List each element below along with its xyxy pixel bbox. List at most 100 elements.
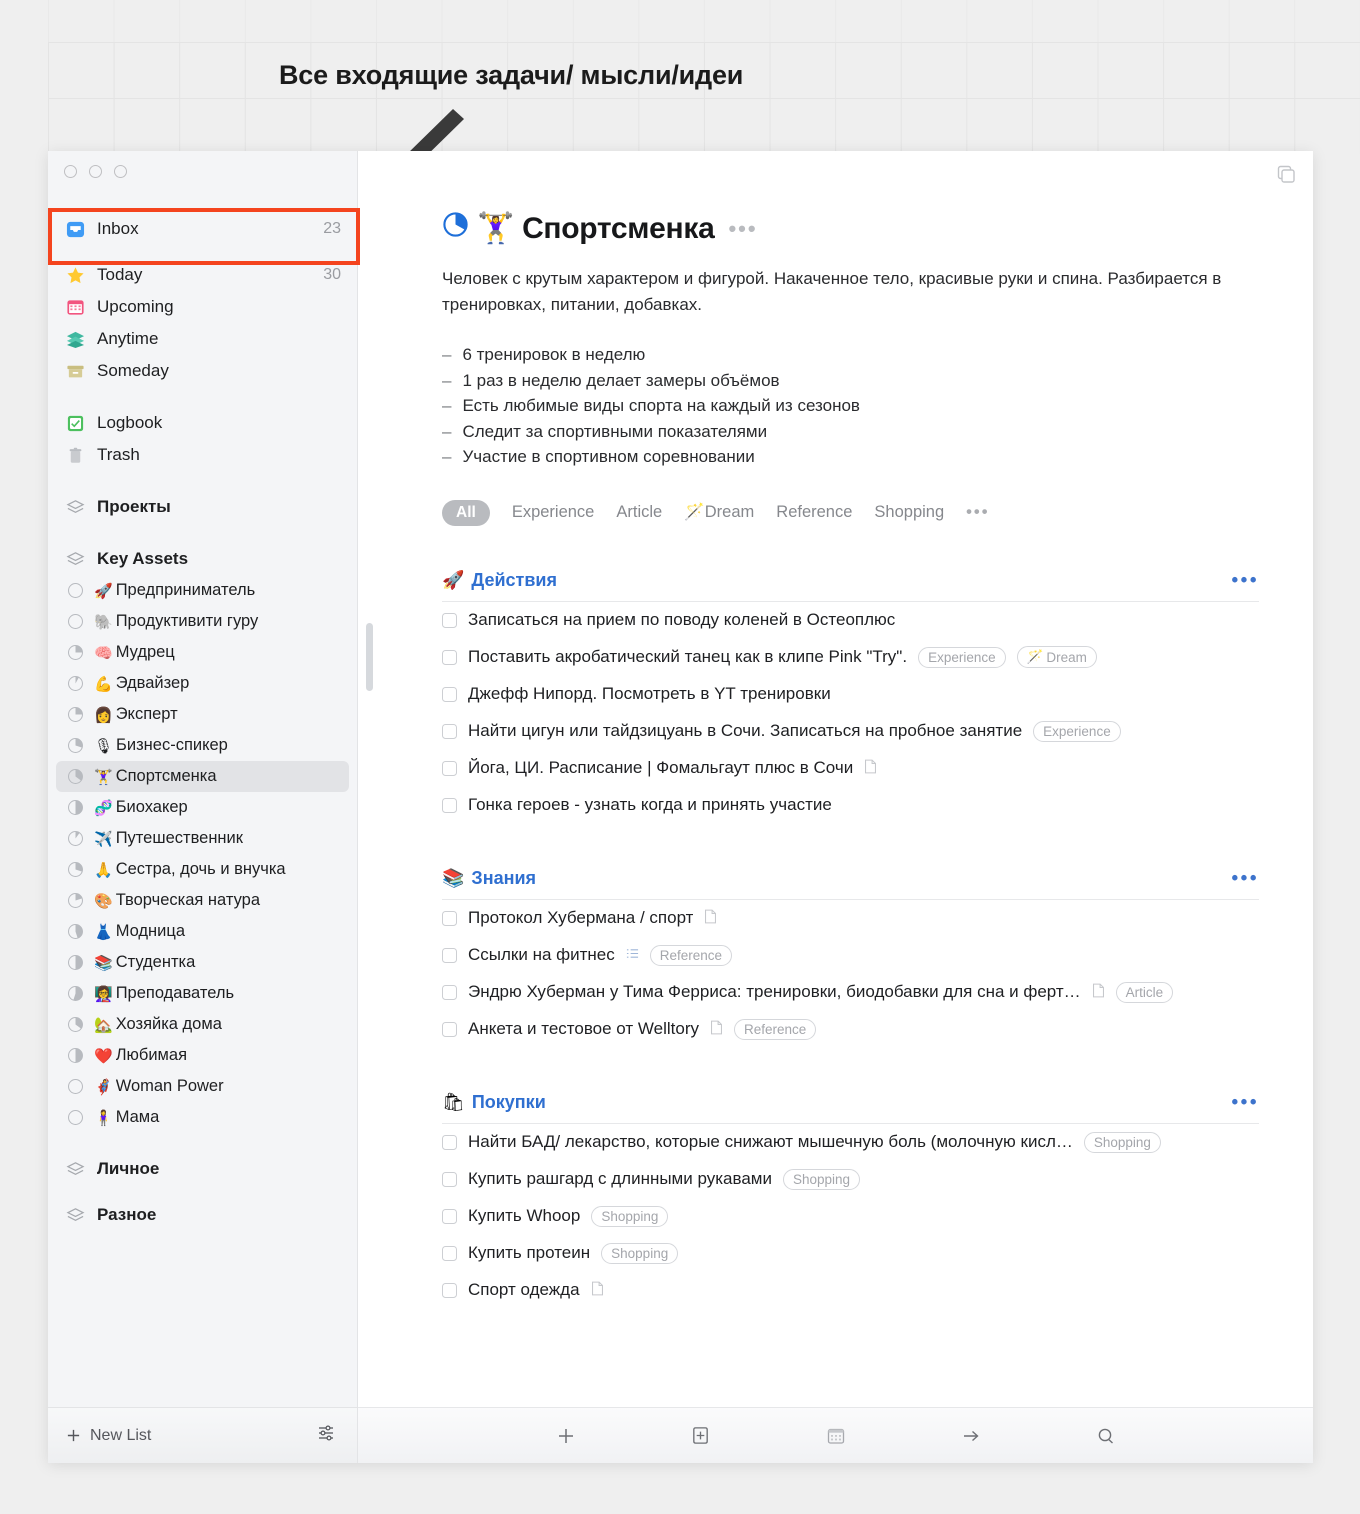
box-icon — [64, 360, 86, 382]
task-row[interactable]: Купить протеин Shopping — [442, 1235, 1259, 1272]
sidebar-project-item[interactable]: 🙏 Сестра, дочь и внучка — [48, 854, 357, 885]
slide-grid — [48, 42, 1360, 154]
schedule-button[interactable] — [821, 1421, 851, 1451]
task-tag[interactable]: Reference — [649, 944, 733, 966]
task-row[interactable]: Найти цигун или тайдзицуань в Сочи. Запи… — [442, 713, 1259, 750]
sidebar-project-item[interactable]: 🏡 Хозяйка дома — [48, 1009, 357, 1040]
sidebar-project-item[interactable]: 🦸‍♀️ Woman Power — [48, 1071, 357, 1102]
filter-reference[interactable]: Reference — [776, 503, 852, 522]
filter-more-icon[interactable]: ••• — [966, 503, 989, 522]
sidebar-project-item[interactable]: 🏋️‍♀️ Спортсменка — [56, 761, 349, 792]
task-checkbox[interactable] — [442, 612, 457, 628]
task-checkbox[interactable] — [442, 1134, 457, 1150]
task-row[interactable]: Купить рашгард с длинными рукавами Shoppi… — [442, 1161, 1259, 1198]
task-row[interactable]: Анкета и тестовое от Welltory Reference — [442, 1011, 1259, 1048]
task-checkbox[interactable] — [442, 1282, 457, 1298]
sidebar-area-proekty[interactable]: Проекты — [48, 491, 357, 523]
task-checkbox[interactable] — [442, 797, 457, 813]
task-checkbox[interactable] — [442, 1021, 457, 1037]
task-row[interactable]: Эндрю Хуберман у Тима Ферриса: тренировк… — [442, 974, 1259, 1011]
sidebar-item-trash[interactable]: Trash — [48, 439, 357, 471]
sidebar-project-item[interactable]: 💪 Эдвайзер — [48, 668, 357, 699]
sidebar-item-logbook[interactable]: Logbook — [48, 407, 357, 439]
sidebar-project-item[interactable]: 🧍‍♀️ Мама — [48, 1102, 357, 1133]
task-row[interactable]: Йога, ЦИ. Расписание | Фомальгаут плюс в… — [442, 750, 1259, 787]
sidebar-project-label: Творческая натура — [115, 891, 260, 909]
sidebar-project-item[interactable]: 🚀 Предприниматель — [48, 575, 357, 606]
search-button[interactable] — [1091, 1421, 1121, 1451]
sidebar-project-item[interactable]: 🎨 Творческая натура — [48, 885, 357, 916]
task-checkbox[interactable] — [442, 723, 457, 739]
task-checkbox[interactable] — [442, 686, 457, 702]
task-row[interactable]: Ссылки на фитнес Reference — [442, 937, 1259, 974]
task-tag[interactable]: 🪄 Dream — [1016, 646, 1097, 668]
task-row[interactable]: Записаться на прием по поводу коленей в … — [442, 602, 1259, 639]
note-icon — [704, 909, 717, 928]
sidebar-project-item[interactable]: 👩‍🏫 Преподаватель — [48, 978, 357, 1009]
close-button[interactable] — [64, 165, 77, 178]
sidebar-project-item[interactable]: 👩 Эксперт — [48, 699, 357, 730]
task-checkbox[interactable] — [442, 760, 457, 776]
ellipsis-icon[interactable]: ••• — [728, 216, 757, 242]
sidebar-item-anytime[interactable]: Anytime — [48, 323, 357, 355]
task-checkbox[interactable] — [442, 910, 457, 926]
filter-article[interactable]: Article — [616, 503, 662, 522]
sidebar-item-today[interactable]: Today 30 — [48, 259, 357, 291]
sidebar-project-item[interactable]: 🧠 Мудрец — [48, 637, 357, 668]
task-tag[interactable]: Shopping — [591, 1205, 669, 1227]
new-list-button[interactable]: New List — [66, 1427, 151, 1445]
sidebar-area-lichnoe[interactable]: Личное — [48, 1153, 357, 1185]
sidebar-scrollbar[interactable] — [366, 623, 373, 691]
task-tag[interactable]: Experience — [918, 646, 1006, 668]
section-menu-icon[interactable]: ••• — [1232, 868, 1259, 890]
sidebar-toggle-icon[interactable] — [1273, 161, 1299, 187]
task-tag[interactable]: Shopping — [1083, 1131, 1161, 1153]
sidebar-project-item[interactable]: ❤️ Любимая — [48, 1040, 357, 1071]
sidebar-project-label: Бизнес-спикер — [116, 736, 228, 754]
task-checkbox[interactable] — [442, 947, 457, 963]
filter-dream[interactable]: 🪄Dream — [684, 503, 754, 522]
sidebar-area-key-assets[interactable]: Key Assets — [48, 543, 357, 575]
window-controls[interactable] — [48, 151, 357, 197]
task-tag[interactable]: Shopping — [782, 1168, 861, 1190]
sidebar-project-item[interactable]: ✈️ Путешественник — [48, 823, 357, 854]
new-project-button[interactable] — [686, 1421, 716, 1451]
task-tag[interactable]: Shopping — [601, 1242, 679, 1264]
task-checkbox[interactable] — [442, 984, 457, 1000]
task-tag[interactable]: Reference — [734, 1018, 817, 1040]
task-row[interactable]: Найти БАД/ лекарство, которые снижают мы… — [442, 1124, 1259, 1161]
zoom-button[interactable] — [114, 165, 127, 178]
sidebar-area-raznoe[interactable]: Разное — [48, 1199, 357, 1231]
sidebar-project-item[interactable]: 📚 Студентка — [48, 947, 357, 978]
filter-all[interactable]: All — [442, 499, 490, 526]
sidebar-project-item[interactable]: 🧬 Биохакер — [48, 792, 357, 823]
sidebar-item-inbox[interactable]: Inbox 23 — [48, 213, 357, 245]
task-checkbox[interactable] — [442, 1208, 457, 1224]
task-row[interactable]: Купить Whoop Shopping — [442, 1198, 1259, 1235]
move-button[interactable] — [956, 1421, 986, 1451]
new-todo-button[interactable] — [551, 1421, 581, 1451]
task-row[interactable]: Поставить акробатический танец как в кли… — [442, 639, 1259, 676]
sidebar-project-item[interactable]: 🎙 Бизнес-спикер — [48, 730, 357, 761]
task-checkbox[interactable] — [442, 649, 457, 665]
task-title: Джефф Нипорд. Посмотреть в YT тренировки — [468, 684, 831, 703]
task-tag[interactable]: Experience — [1033, 720, 1121, 742]
sliders-icon[interactable] — [317, 1424, 335, 1447]
task-checkbox[interactable] — [442, 1171, 457, 1187]
task-row[interactable]: Спорт одежда — [442, 1272, 1259, 1309]
task-checkbox[interactable] — [442, 1245, 457, 1261]
filter-experience[interactable]: Experience — [512, 503, 595, 522]
filter-shopping[interactable]: Shopping — [874, 503, 944, 522]
sidebar-project-item[interactable]: 🐘 Продуктивити гуру — [48, 606, 357, 637]
task-tag[interactable]: Article — [1115, 981, 1174, 1003]
task-row[interactable]: Протокол Хубермана / спорт — [442, 900, 1259, 937]
minimize-button[interactable] — [89, 165, 102, 178]
section-menu-icon[interactable]: ••• — [1232, 1092, 1259, 1114]
task-row[interactable]: Джефф Нипорд. Посмотреть в YT тренировки — [442, 676, 1259, 713]
sidebar-project-item[interactable]: 👗 Модница — [48, 916, 357, 947]
section-menu-icon[interactable]: ••• — [1232, 570, 1259, 592]
sidebar-item-upcoming[interactable]: Upcoming — [48, 291, 357, 323]
sidebar-item-someday[interactable]: Someday — [48, 355, 357, 387]
task-row[interactable]: Гонка героев - узнать когда и принять уч… — [442, 787, 1259, 824]
